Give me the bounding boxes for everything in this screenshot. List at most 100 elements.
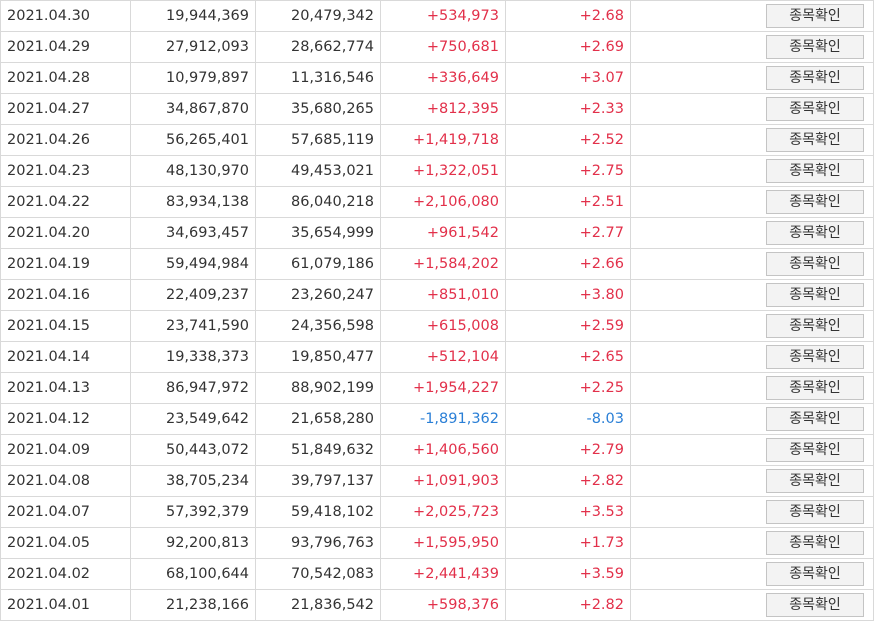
table-row: 2021.04.26 56,265,401 57,685,119 +1,419,718… <box>0 124 874 156</box>
value-after-cell: 88,902,199 <box>255 372 381 404</box>
check-stock-button[interactable]: 종목확인 <box>766 66 864 90</box>
change-rate-cell: +2.25 <box>505 372 631 404</box>
change-cell: +1,954,227 <box>380 372 506 404</box>
change-cell: +812,395 <box>380 93 506 125</box>
change-rate-cell: +1.73 <box>505 527 631 559</box>
check-stock-button[interactable]: 종목확인 <box>766 35 864 59</box>
value-after-cell: 35,680,265 <box>255 93 381 125</box>
change-cell: +1,584,202 <box>380 248 506 280</box>
action-cell: 종목확인 <box>630 434 874 466</box>
check-stock-button[interactable]: 종목확인 <box>766 4 864 28</box>
date-cell: 2021.04.16 <box>0 279 131 311</box>
check-stock-button[interactable]: 종목확인 <box>766 159 864 183</box>
value-before-cell: 19,944,369 <box>130 0 256 32</box>
value-after-cell: 49,453,021 <box>255 155 381 187</box>
value-after-cell: 39,797,137 <box>255 465 381 497</box>
change-cell: +534,973 <box>380 0 506 32</box>
change-cell: +961,542 <box>380 217 506 249</box>
check-stock-button[interactable]: 종목확인 <box>766 593 864 617</box>
date-cell: 2021.04.13 <box>0 372 131 404</box>
check-stock-button[interactable]: 종목확인 <box>766 283 864 307</box>
change-rate-cell: +2.68 <box>505 0 631 32</box>
value-before-cell: 10,979,897 <box>130 62 256 94</box>
change-rate-cell: +2.77 <box>505 217 631 249</box>
value-after-cell: 61,079,186 <box>255 248 381 280</box>
change-rate-cell: +3.53 <box>505 496 631 528</box>
change-cell: +1,406,560 <box>380 434 506 466</box>
date-cell: 2021.04.22 <box>0 186 131 218</box>
table-row: 2021.04.29 27,912,093 28,662,774 +750,681 +2… <box>0 31 874 63</box>
change-cell: +1,595,950 <box>380 527 506 559</box>
value-before-cell: 48,130,970 <box>130 155 256 187</box>
value-before-cell: 19,338,373 <box>130 341 256 373</box>
action-cell: 종목확인 <box>630 496 874 528</box>
value-after-cell: 21,658,280 <box>255 403 381 435</box>
table-row: 2021.04.13 86,947,972 88,902,199 +1,954,227… <box>0 372 874 404</box>
change-rate-cell: +2.82 <box>505 589 631 621</box>
date-cell: 2021.04.19 <box>0 248 131 280</box>
change-rate-cell: +2.79 <box>505 434 631 466</box>
date-cell: 2021.04.26 <box>0 124 131 156</box>
change-cell: +598,376 <box>380 589 506 621</box>
change-cell: +1,419,718 <box>380 124 506 156</box>
value-before-cell: 68,100,644 <box>130 558 256 590</box>
change-rate-cell: +2.51 <box>505 186 631 218</box>
change-rate-cell: +2.82 <box>505 465 631 497</box>
action-cell: 종목확인 <box>630 62 874 94</box>
value-after-cell: 51,849,632 <box>255 434 381 466</box>
check-stock-button[interactable]: 종목확인 <box>766 438 864 462</box>
value-before-cell: 56,265,401 <box>130 124 256 156</box>
value-before-cell: 50,443,072 <box>130 434 256 466</box>
change-rate-cell: -8.03 <box>505 403 631 435</box>
table-row: 2021.04.22 83,934,138 86,040,218 +2,106,080… <box>0 186 874 218</box>
action-cell: 종목확인 <box>630 155 874 187</box>
history-table: 2021.04.30 19,944,369 20,479,342 +534,973 +2… <box>0 0 874 621</box>
action-cell: 종목확인 <box>630 217 874 249</box>
table-row: 2021.04.12 23,549,642 21,658,280 -1,891,362… <box>0 403 874 435</box>
check-stock-button[interactable]: 종목확인 <box>766 190 864 214</box>
check-stock-button[interactable]: 종목확인 <box>766 407 864 431</box>
action-cell: 종목확인 <box>630 93 874 125</box>
check-stock-button[interactable]: 종목확인 <box>766 562 864 586</box>
check-stock-button[interactable]: 종목확인 <box>766 531 864 555</box>
action-cell: 종목확인 <box>630 465 874 497</box>
change-rate-cell: +2.69 <box>505 31 631 63</box>
value-before-cell: 34,867,870 <box>130 93 256 125</box>
value-after-cell: 20,479,342 <box>255 0 381 32</box>
check-stock-button[interactable]: 종목확인 <box>766 252 864 276</box>
change-cell: +851,010 <box>380 279 506 311</box>
action-cell: 종목확인 <box>630 341 874 373</box>
action-cell: 종목확인 <box>630 372 874 404</box>
table-row: 2021.04.16 22,409,237 23,260,247 +851,010 +3… <box>0 279 874 311</box>
check-stock-button[interactable]: 종목확인 <box>766 128 864 152</box>
table-row: 2021.04.19 59,494,984 61,079,186 +1,584,202… <box>0 248 874 280</box>
date-cell: 2021.04.23 <box>0 155 131 187</box>
value-before-cell: 21,238,166 <box>130 589 256 621</box>
action-cell: 종목확인 <box>630 31 874 63</box>
change-rate-cell: +3.80 <box>505 279 631 311</box>
action-cell: 종목확인 <box>630 558 874 590</box>
change-rate-cell: +2.33 <box>505 93 631 125</box>
check-stock-button[interactable]: 종목확인 <box>766 500 864 524</box>
date-cell: 2021.04.01 <box>0 589 131 621</box>
date-cell: 2021.04.14 <box>0 341 131 373</box>
action-cell: 종목확인 <box>630 124 874 156</box>
check-stock-button[interactable]: 종목확인 <box>766 376 864 400</box>
date-cell: 2021.04.29 <box>0 31 131 63</box>
history-table-body: 2021.04.30 19,944,369 20,479,342 +534,973 +2… <box>0 0 874 621</box>
table-row: 2021.04.05 92,200,813 93,796,763 +1,595,950… <box>0 527 874 559</box>
date-cell: 2021.04.20 <box>0 217 131 249</box>
value-after-cell: 59,418,102 <box>255 496 381 528</box>
change-rate-cell: +3.59 <box>505 558 631 590</box>
check-stock-button[interactable]: 종목확인 <box>766 97 864 121</box>
change-cell: +2,106,080 <box>380 186 506 218</box>
check-stock-button[interactable]: 종목확인 <box>766 469 864 493</box>
value-after-cell: 24,356,598 <box>255 310 381 342</box>
check-stock-button[interactable]: 종목확인 <box>766 345 864 369</box>
change-rate-cell: +2.75 <box>505 155 631 187</box>
value-before-cell: 38,705,234 <box>130 465 256 497</box>
check-stock-button[interactable]: 종목확인 <box>766 221 864 245</box>
check-stock-button[interactable]: 종목확인 <box>766 314 864 338</box>
table-row: 2021.04.15 23,741,590 24,356,598 +615,008 +2… <box>0 310 874 342</box>
date-cell: 2021.04.28 <box>0 62 131 94</box>
